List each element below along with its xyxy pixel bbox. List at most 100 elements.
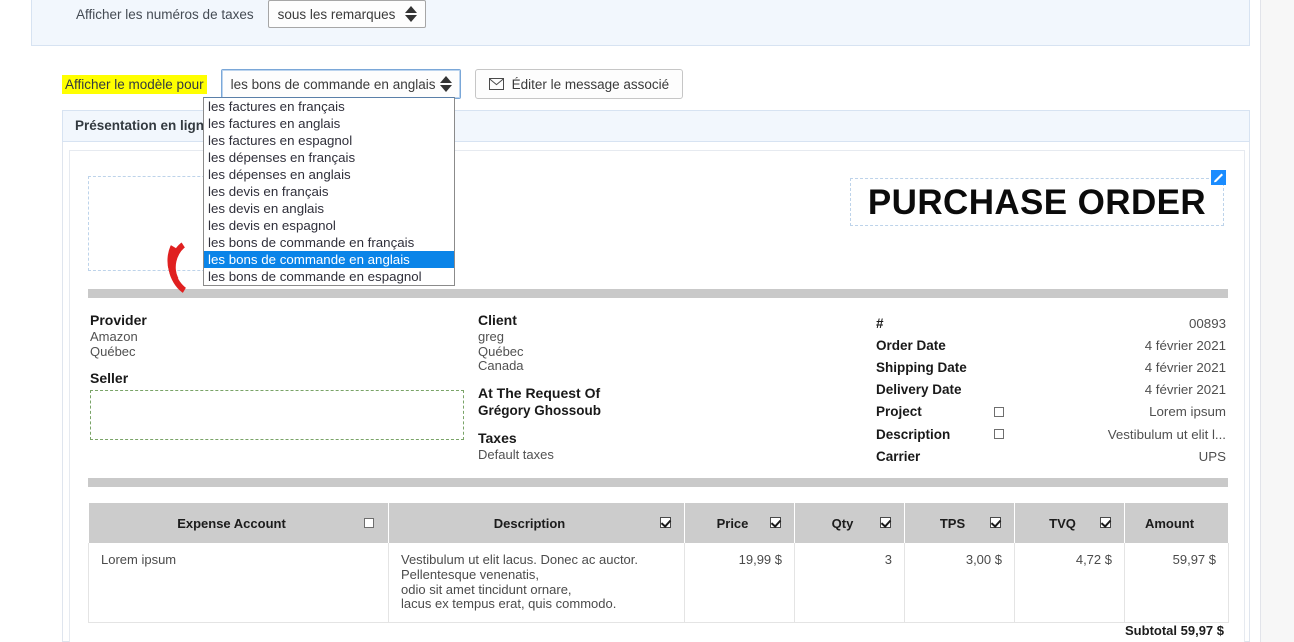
table-header-row: Expense Account Description Price Qty TPS TVQ… [89,503,1229,543]
meta-row: Shipping Date 4 février 2021 [876,356,1226,378]
separator-bar-bottom [88,478,1228,487]
meta-key: Carrier [876,449,994,464]
pencil-edit-icon[interactable] [1210,169,1227,186]
tax-numbers-select-value: sous les remarques [278,7,396,22]
dropdown-option[interactable]: les dépenses en anglais [204,166,454,183]
meta-row: Order Date 4 février 2021 [876,334,1226,356]
page-gutter-right [1260,0,1294,642]
meta-value: 4 février 2021 [1034,338,1226,353]
client-heading: Client [478,312,858,328]
seller-heading: Seller [90,370,470,386]
column-checkbox-checked[interactable] [658,516,672,531]
column-header: Price [685,503,795,543]
meta-key: Delivery Date [876,382,994,397]
edit-associated-message-button[interactable]: Éditer le message associé [475,69,684,99]
column-checkbox-unchecked[interactable] [362,516,376,531]
column-header: Expense Account [89,503,389,543]
table-body: Lorem ipsum Vestibulum ut elit lacus. Don… [89,543,1229,623]
app-root: Afficher les numéros de taxes sous les r… [0,0,1294,642]
table-cell-tvq: 4,72 $ [1015,543,1125,623]
meta-row: Carrier UPS [876,445,1226,467]
column-checkbox-checked[interactable] [878,516,892,531]
client-line-2: Québec [478,345,858,360]
column-checkbox-checked[interactable] [1098,516,1112,531]
column-checkbox-checked[interactable] [768,516,782,531]
column-header-label: TPS [917,516,988,531]
tax-numbers-row: Afficher les numéros de taxes sous les r… [76,0,426,28]
template-select[interactable]: les bons de commande en anglais [221,69,461,99]
template-dropdown-list[interactable]: les factures en françaisles factures en … [203,97,455,286]
dropdown-option[interactable]: les bons de commande en espagnol [204,268,454,285]
meta-row: #00893 [876,312,1226,334]
meta-value: Vestibulum ut elit l... [1034,427,1226,442]
meta-block: #00893Order Date4 février 2021Shipping D… [876,312,1226,467]
spinner-arrows-icon [440,76,452,92]
description-line: Vestibulum ut elit lacus. Donec ac aucto… [401,553,672,568]
request-heading: At The Request Of [478,385,858,401]
description-line: odio sit amet tincidunt ornare, [401,583,672,598]
seller-input-box[interactable] [90,390,464,440]
client-line-3: Canada [478,359,858,374]
document-title-box[interactable]: PURCHASE ORDER [850,178,1224,226]
tab-presentation-en-ligne[interactable]: Présentation en ligne [75,118,212,133]
meta-value: 00893 [1034,316,1226,331]
dropdown-option[interactable]: les factures en anglais [204,115,454,132]
line-items-table: Expense Account Description Price Qty TPS TVQ… [88,503,1229,623]
tax-numbers-label: Afficher les numéros de taxes [76,7,254,22]
column-header: Qty [795,503,905,543]
dropdown-option[interactable]: les dépenses en français [204,149,454,166]
settings-panel: Afficher les numéros de taxes sous les r… [31,0,1250,46]
dropdown-option[interactable]: les bons de commande en anglais [204,251,454,268]
column-header: Description [389,503,685,543]
description-line: lacus ex tempus erat, quis commodo. [401,597,672,612]
column-header-label: Qty [807,516,878,531]
page-gutter-left [0,0,30,642]
description-line: Pellentesque venenatis, [401,568,672,583]
column-header-label: Description [401,516,658,531]
table-cell-amount: 59,97 $ [1125,543,1229,623]
meta-value: 4 février 2021 [1034,382,1226,397]
provider-line-2: Québec [90,345,470,360]
provider-block: Provider Amazon Québec Seller [90,312,470,440]
meta-value: Lorem ipsum [1034,404,1226,419]
separator-bar-top [88,289,1228,298]
column-header-label: Price [697,516,768,531]
column-checkbox-checked[interactable] [988,516,1002,531]
envelope-icon [489,78,504,90]
meta-value: 4 février 2021 [1034,360,1226,375]
meta-checkbox[interactable] [994,407,1034,417]
template-toolbar: Afficher le modèle pour les bons de comm… [62,69,683,99]
taxes-value: Default taxes [478,448,858,463]
table-cell-description: Vestibulum ut elit lacus. Donec ac aucto… [389,543,685,623]
dropdown-option[interactable]: les factures en français [204,98,454,115]
meta-checkbox[interactable] [994,429,1034,439]
taxes-heading: Taxes [478,430,858,446]
column-header-label: TVQ [1027,516,1098,531]
dropdown-option[interactable]: les devis en français [204,183,454,200]
dropdown-option[interactable]: les factures en espagnol [204,132,454,149]
table-cell-expense-account: Lorem ipsum [89,543,389,623]
spinner-arrows-icon [405,6,417,22]
tax-numbers-select[interactable]: sous les remarques [268,0,427,28]
column-header: Amount [1125,503,1229,543]
column-header-label: Amount [1137,516,1202,531]
meta-key: Shipping Date [876,360,994,375]
dropdown-option[interactable]: les devis en espagnol [204,217,454,234]
page-title: PURCHASE ORDER [868,185,1206,220]
meta-value: UPS [1034,449,1226,464]
client-block: Client greg Québec Canada At The Request… [478,312,858,462]
provider-line-1: Amazon [90,330,470,345]
meta-key: Order Date [876,338,994,353]
edit-associated-message-label: Éditer le message associé [512,77,670,92]
table-cell-qty: 3 [795,543,905,623]
template-select-value: les bons de commande en anglais [231,77,436,92]
column-header: TPS [905,503,1015,543]
dropdown-option[interactable]: les bons de commande en français [204,234,454,251]
provider-heading: Provider [90,312,470,328]
client-line-1: greg [478,330,858,345]
dropdown-option[interactable]: les devis en anglais [204,200,454,217]
table-row[interactable]: Lorem ipsum Vestibulum ut elit lacus. Don… [89,543,1229,623]
meta-row: ProjectLorem ipsum [876,401,1226,423]
table-cell-tps: 3,00 $ [905,543,1015,623]
subtotal-line: Subtotal 59,97 $ [1125,623,1224,638]
